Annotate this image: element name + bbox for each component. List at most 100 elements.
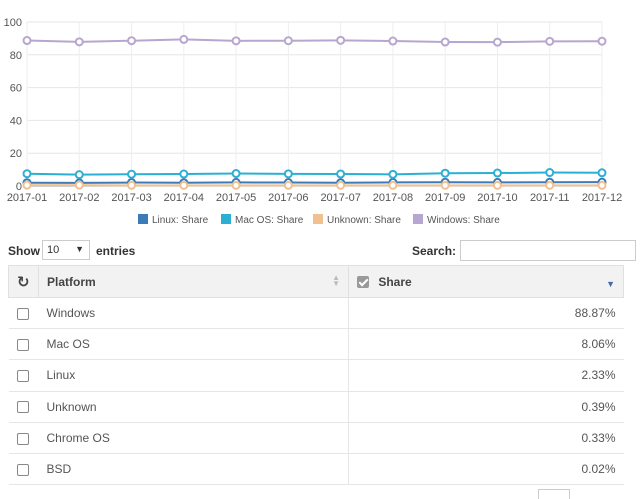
share-cell: 0.33%	[348, 422, 624, 454]
row-checkbox[interactable]	[16, 401, 29, 414]
data-point	[545, 36, 555, 46]
share-cell: 2.33%	[348, 359, 624, 392]
data-point	[127, 180, 137, 190]
entries-length-select[interactable]: 10 ▼	[42, 240, 90, 260]
row-select-cell[interactable]	[8, 297, 39, 330]
x-tick-label: 2017-04	[164, 192, 204, 204]
share-header-label: Share	[378, 274, 412, 289]
share-cell: 88.87%	[348, 297, 624, 330]
y-tick-label: 80	[10, 50, 22, 62]
data-point	[283, 36, 293, 46]
share-value: 0.33%	[581, 430, 616, 445]
row-select-cell[interactable]	[8, 453, 39, 486]
sort-desc-icon: ▼	[606, 279, 615, 289]
search-input[interactable]	[460, 240, 636, 261]
data-point	[22, 180, 32, 190]
data-point	[283, 169, 293, 179]
table-row[interactable]: Chrome OS 0.33%	[8, 422, 624, 454]
share-value: 0.39%	[581, 399, 616, 414]
table-header-row: ↻ Platform ▲ ▼ Share ▼	[8, 265, 624, 298]
data-point	[179, 180, 189, 190]
platform-cell: Mac OS	[38, 328, 349, 361]
data-point	[336, 180, 346, 190]
refresh-header[interactable]: ↻	[8, 265, 39, 298]
legend-swatch	[313, 214, 323, 224]
data-point	[545, 180, 555, 190]
row-checkbox[interactable]	[16, 432, 29, 445]
platform-header-label: Platform	[47, 274, 96, 289]
platform-cell: Linux	[38, 359, 349, 392]
share-value: 2.33%	[581, 368, 616, 383]
table-row[interactable]: Linux 2.33%	[8, 359, 624, 392]
table-row[interactable]: BSD 0.02%	[8, 453, 624, 486]
legend-label: Linux: Share	[152, 215, 209, 226]
platform-cell: Windows	[38, 297, 349, 330]
share-column-header[interactable]: Share ▼	[348, 265, 624, 298]
data-point	[231, 180, 241, 190]
data-point	[545, 168, 555, 178]
data-point	[179, 34, 189, 44]
table-row[interactable]: Windows 88.87%	[8, 297, 624, 330]
row-checkbox[interactable]	[16, 370, 29, 383]
entries-label: entries	[96, 244, 136, 258]
share-cell: 0.02%	[348, 453, 624, 486]
platform-cell: BSD	[38, 453, 349, 486]
platform-cell: Unknown	[38, 391, 349, 423]
data-point	[492, 37, 502, 47]
x-tick-label: 2017-08	[373, 192, 413, 204]
row-checkbox[interactable]	[16, 307, 29, 320]
legend-swatch	[221, 214, 231, 224]
data-point	[492, 180, 502, 190]
row-checkbox[interactable]	[16, 463, 29, 476]
data-point	[388, 36, 398, 46]
data-point	[74, 170, 84, 180]
row-select-cell[interactable]	[8, 359, 39, 392]
data-point	[597, 180, 607, 190]
y-tick-label: 20	[10, 148, 22, 160]
legend-swatch	[413, 214, 423, 224]
share-column-checkbox[interactable]	[357, 276, 369, 289]
data-point	[336, 169, 346, 179]
y-tick-label: 100	[4, 17, 22, 29]
x-tick-label: 2017-01	[7, 192, 47, 204]
x-tick-label: 2017-06	[268, 192, 308, 204]
row-checkbox[interactable]	[16, 339, 29, 352]
pagination-button[interactable]	[538, 489, 570, 499]
x-tick-label: 2017-05	[216, 192, 256, 204]
table-body: Windows 88.87% Mac OS 8.06% Linux 2.33% Unknow…	[8, 297, 624, 486]
row-select-cell[interactable]	[8, 328, 39, 361]
line-chart: 0 20 40 60 80 100 2017-01 2017-02 2017-03 2017-04…	[0, 0, 644, 236]
table-row[interactable]: Mac OS 8.06%	[8, 328, 624, 361]
series-line	[26, 171, 603, 176]
share-value: 8.06%	[581, 337, 616, 352]
y-tick-label: 40	[10, 115, 22, 127]
share-cell: 0.39%	[348, 391, 624, 423]
data-point	[336, 35, 346, 45]
chevron-down-icon: ▼	[75, 244, 84, 254]
data-point	[597, 168, 607, 178]
share-cell: 8.06%	[348, 328, 624, 361]
refresh-icon[interactable]: ↻	[17, 274, 30, 291]
data-point	[127, 169, 137, 179]
table-controls: Show 10 ▼ entries Search:	[0, 240, 644, 262]
data-point	[179, 169, 189, 179]
share-value: 0.02%	[581, 462, 616, 477]
data-point	[231, 36, 241, 46]
platform-name: Unknown	[46, 399, 97, 414]
platform-name: Chrome OS	[46, 430, 110, 445]
row-select-cell[interactable]	[8, 422, 39, 454]
platform-name: BSD	[46, 462, 72, 477]
table-row[interactable]: Unknown 0.39%	[8, 391, 624, 423]
legend-swatch	[138, 214, 148, 224]
x-tick-label: 2017-02	[59, 192, 99, 204]
x-tick-label: 2017-12	[582, 192, 622, 204]
row-select-cell[interactable]	[8, 391, 39, 423]
x-tick-label: 2017-07	[320, 192, 360, 204]
entries-length-value: 10	[47, 244, 60, 256]
platform-name: Linux	[46, 368, 76, 383]
show-label: Show	[8, 244, 40, 258]
x-tick-label: 2017-10	[477, 192, 517, 204]
data-point	[388, 180, 398, 190]
platform-column-header[interactable]: Platform ▲ ▼	[38, 265, 349, 298]
data-point	[127, 36, 137, 46]
